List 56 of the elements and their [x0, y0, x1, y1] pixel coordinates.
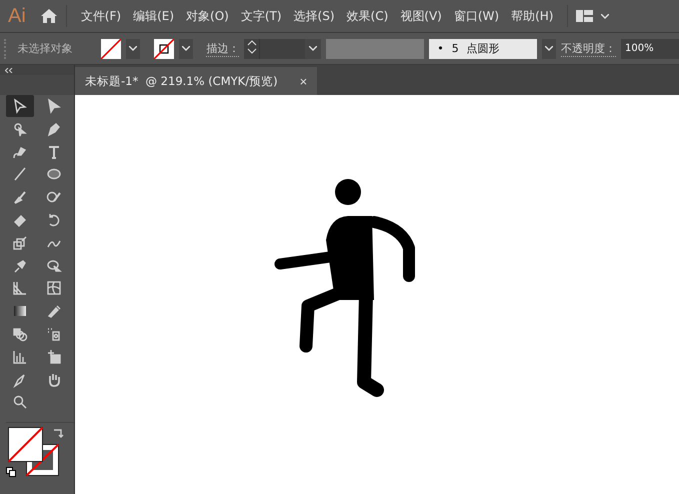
menu-item[interactable]: 效果(C) — [340, 8, 394, 24]
caret-icon — [182, 46, 190, 51]
type-tool-icon — [46, 144, 62, 160]
fill-dropdown[interactable] — [126, 38, 140, 58]
stroke-swatch[interactable] — [154, 38, 174, 58]
fill-stroke-swatches-drawing[interactable] — [8, 427, 59, 476]
collapse-icon[interactable] — [5, 68, 13, 73]
stroke-weight-field[interactable] — [244, 38, 322, 58]
menu-item[interactable]: 编辑(E) — [127, 8, 180, 24]
caret-icon — [544, 46, 553, 51]
fill-swatch[interactable] — [100, 38, 121, 58]
mesh-icon — [46, 280, 62, 296]
shape-builder-icon — [46, 258, 62, 274]
pen-nib-icon — [46, 120, 62, 137]
magic-wand-icon — [12, 120, 28, 137]
app-logo: Ai — [8, 4, 26, 28]
caret-icon — [129, 46, 137, 51]
bar-graph-icon — [12, 348, 28, 365]
eyedropper-icon — [46, 303, 62, 320]
selection-status: 未选择对象 — [18, 41, 74, 56]
document-title: 未标题-1* @ 219.1% (CMYK/预览) — [85, 74, 278, 88]
symbol-sprayer-icon — [46, 326, 62, 342]
hand-icon — [46, 372, 62, 388]
menu-item[interactable]: 选择(S) — [288, 8, 341, 24]
menu-item[interactable]: 帮助(H) — [505, 8, 560, 24]
menu-item[interactable]: 文件(F) — [74, 8, 128, 24]
menu-item[interactable]: 窗口(W) — [448, 8, 506, 24]
blend-shapes-icon — [12, 326, 28, 342]
stroke-label: 描边： — [206, 40, 240, 56]
document-tab[interactable]: 未标题-1* @ 219.1% (CMYK/预览) × — [75, 67, 318, 95]
close-button[interactable]: × — [300, 74, 308, 88]
line-segment-icon — [12, 166, 28, 182]
menu-item[interactable]: 对象(O) — [180, 8, 235, 24]
opacity-label: 不透明度： — [561, 40, 616, 56]
menu-item[interactable]: 文字(T) — [234, 8, 288, 24]
tool-button[interactable] — [6, 95, 34, 117]
search-icon — [12, 394, 28, 410]
caret-icon — [601, 14, 610, 18]
paintbrush-icon — [12, 189, 28, 206]
workspace-layout-icon[interactable] — [576, 10, 594, 22]
stroke-dropdown[interactable] — [178, 38, 193, 58]
artboard-icon — [46, 348, 62, 365]
default-colors-icon[interactable] — [6, 467, 16, 478]
opacity-field[interactable]: 100% — [621, 38, 679, 58]
menu-item[interactable]: 视图(V) — [394, 8, 448, 24]
caret-icon — [309, 46, 318, 51]
pushpin-icon — [12, 258, 28, 274]
swap-arrow-icon[interactable] — [52, 427, 64, 440]
home-icon[interactable] — [40, 8, 58, 24]
brush-caret[interactable] — [542, 38, 556, 58]
scale-icon — [12, 234, 28, 251]
perspective-grid-icon — [12, 280, 28, 296]
toolbar-grip[interactable] — [0, 75, 74, 95]
selection-arrow-icon — [12, 98, 28, 114]
brush-dropdown[interactable]: • 5 点圆形 — [429, 38, 537, 58]
direct-selection-arrow-icon — [46, 98, 62, 114]
